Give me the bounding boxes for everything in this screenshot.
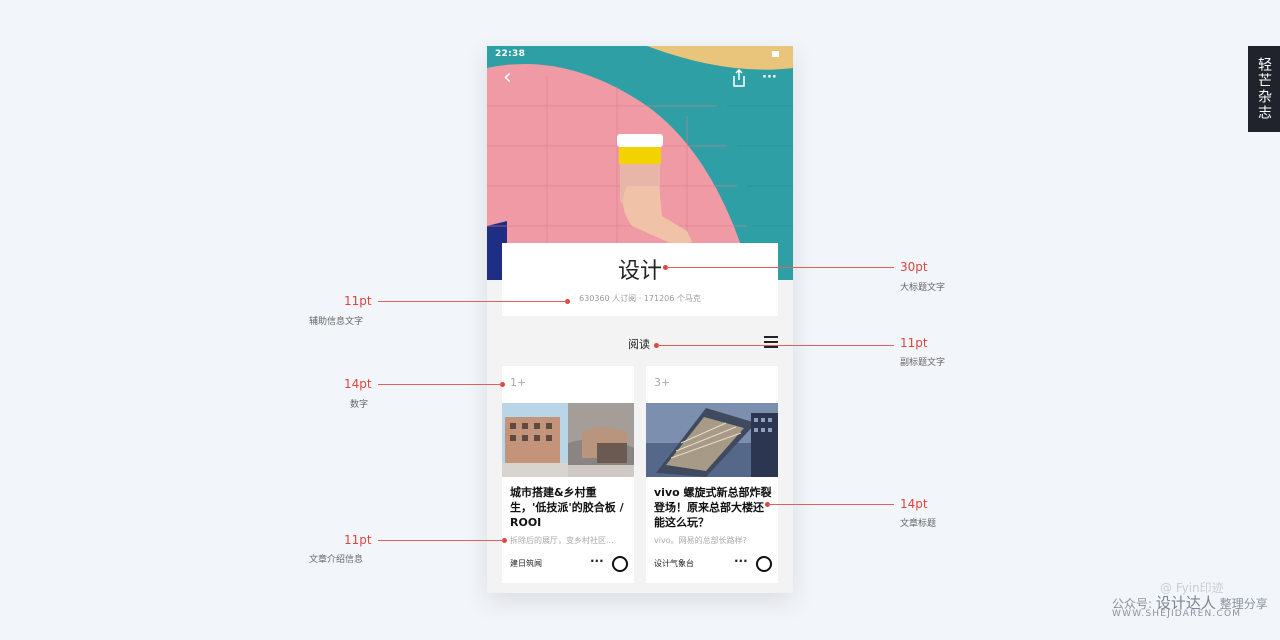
more-icon[interactable]: ··· [762, 70, 777, 86]
annotation-line [657, 345, 894, 346]
annotation-line [666, 267, 894, 268]
article-card[interactable]: 1+ 城市搭建&乡村重生，'低技派'的胶合板 / ROOI 拆除后的展厅，变乡村… [502, 366, 634, 583]
phone-screen: 22:38 ‹ ··· 设计 630360 人订阅 · 171206 个马克 阅… [487, 46, 793, 593]
article-title[interactable]: 城市搭建&乡村重生，'低技派'的胶合板 / ROOI [510, 485, 628, 530]
article-title[interactable]: vivo 螺旋式新总部炸裂登场！原来总部大楼还能这么玩？ [654, 485, 772, 530]
annotation-line [378, 384, 502, 385]
annotation-article-title-desc: 文章标题 [900, 519, 937, 529]
mark-circle-icon[interactable] [756, 556, 772, 572]
side-tab-label: 轻芒杂志 [1248, 46, 1280, 132]
watermark-url: WWW.SHEJIDAREN.COM [1112, 609, 1242, 619]
article-source[interactable]: 设计气象台 [654, 558, 694, 569]
section-label-read: 阅读 [628, 338, 650, 351]
article-thumbnail [502, 403, 634, 477]
annotation-number-desc: 数字 [350, 400, 369, 410]
annotation-article-title-size: 14pt [900, 497, 928, 511]
back-icon[interactable]: ‹ [503, 67, 512, 89]
card-number: 1+ [510, 376, 527, 389]
annotation-line [378, 540, 504, 541]
status-time: 22:38 [495, 49, 526, 59]
article-card[interactable]: 3+ vivo 螺旋式新总部炸裂登场！原来总部大楼还能这么玩？ vivo。网易的… [646, 366, 778, 583]
battery-icon [772, 51, 779, 57]
annotation-title-desc: 大标题文字 [900, 283, 946, 293]
article-intro: 拆除后的展厅，变乡村社区... [510, 536, 614, 545]
card-number: 3+ [654, 376, 671, 389]
annotation-line [378, 301, 568, 302]
annotation-article-intro-size: 11pt [344, 533, 372, 547]
more-icon[interactable]: ··· [734, 554, 748, 568]
annotation-subtitle-desc: 副标题文字 [900, 358, 946, 368]
subscriber-meta: 630360 人订阅 · 171206 个马克 [579, 294, 701, 303]
annotation-title-size: 30pt [900, 260, 928, 274]
annotation-line [768, 504, 894, 505]
menu-icon[interactable] [764, 336, 778, 348]
article-source[interactable]: 建日筑闻 [510, 558, 542, 569]
article-intro: vivo。网易的总部长路样? [654, 536, 747, 545]
page-title: 设计 [617, 259, 662, 284]
annotation-number-size: 14pt [344, 377, 372, 391]
share-icon[interactable] [731, 68, 747, 90]
header-card: 设计 630360 人订阅 · 171206 个马克 [502, 243, 778, 316]
annotation-meta-desc: 辅助信息文字 [309, 317, 364, 327]
annotation-article-intro-desc: 文章介绍信息 [309, 555, 364, 565]
annotation-subtitle-size: 11pt [900, 336, 928, 350]
annotation-meta-size: 11pt [344, 294, 372, 308]
more-icon[interactable]: ··· [590, 554, 604, 568]
mark-circle-icon[interactable] [612, 556, 628, 572]
article-thumbnail [646, 403, 778, 477]
